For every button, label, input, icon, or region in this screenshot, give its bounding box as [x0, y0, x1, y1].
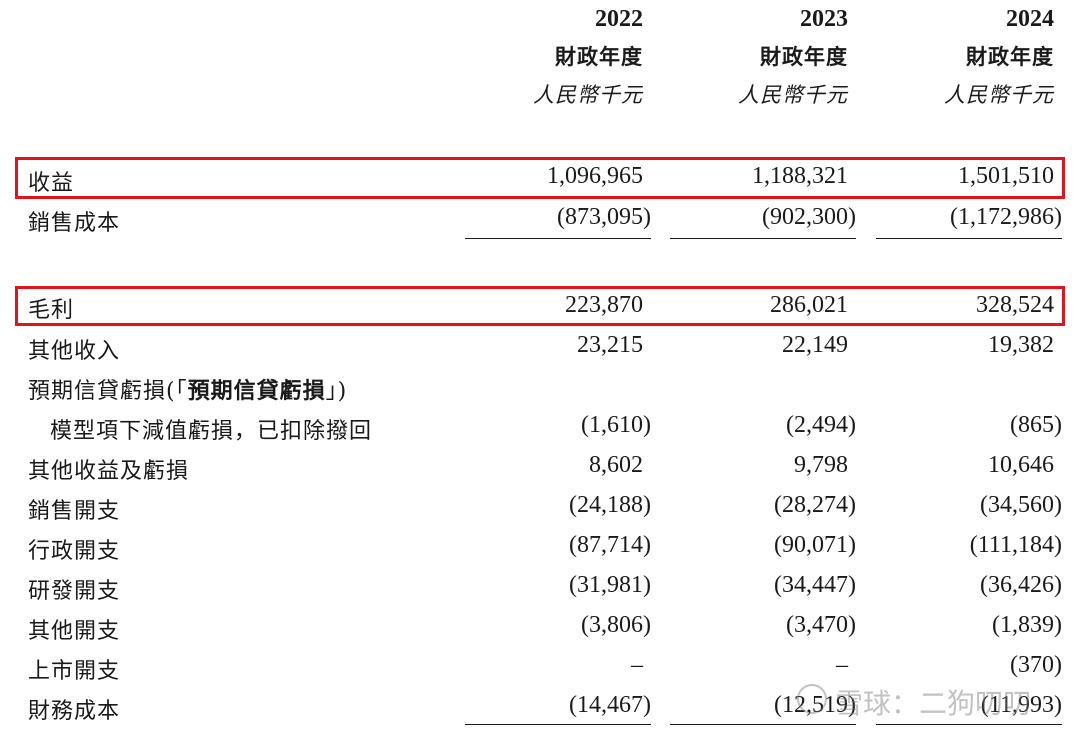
row-label-revenue: 收益	[28, 171, 75, 196]
period-label: 財政年度	[966, 44, 1054, 69]
cell-cost-of-sales-2023: (902,300)	[762, 204, 856, 230]
cell-other-expenses-2024: (1,839)	[992, 612, 1062, 638]
cell-other-gains-2023: 9,798	[794, 452, 848, 478]
year-label: 2024	[1006, 6, 1054, 32]
row-label-listing-expenses: 上市開支	[28, 659, 121, 684]
cell-gross-profit-2024: 328,524	[976, 292, 1054, 318]
cell-other-income-2024: 19,382	[988, 332, 1054, 358]
cell-listing-2023: –	[836, 652, 848, 678]
subtotal-rule	[670, 724, 856, 725]
unit-label: 人民幣千元	[738, 83, 848, 107]
cell-other-income-2022: 23,215	[577, 332, 643, 358]
ecl-bold-term: 預期信貸虧損	[187, 378, 326, 404]
snowball-logo-icon	[797, 684, 827, 714]
cell-cost-of-sales-2024: (1,172,986)	[950, 204, 1062, 230]
cell-listing-2022: –	[631, 652, 643, 678]
cell-other-gains-2024: 10,646	[988, 452, 1054, 478]
unit-label: 人民幣千元	[944, 83, 1054, 107]
cell-cost-of-sales-2022: (873,095)	[557, 204, 651, 230]
cell-revenue-2022: 1,096,965	[547, 163, 643, 189]
cell-selling-2024: (34,560)	[980, 492, 1062, 518]
period-label: 財政年度	[555, 44, 643, 69]
column-header-2022: 2022 財政年度 人民幣千元	[443, 6, 643, 109]
year-label: 2023	[800, 6, 848, 32]
subtotal-rule	[465, 724, 651, 725]
cell-other-income-2023: 22,149	[782, 332, 848, 358]
cell-listing-2024: (370)	[1010, 652, 1062, 678]
watermark-text: 雪球：二狗叨叨	[835, 687, 1032, 720]
row-label-selling-expenses: 銷售開支	[28, 499, 121, 524]
cell-revenue-2023: 1,188,321	[752, 163, 848, 189]
cell-rd-2024: (36,426)	[980, 572, 1062, 598]
cell-rd-2022: (31,981)	[569, 572, 651, 598]
year-label: 2022	[595, 6, 643, 32]
cell-other-expenses-2022: (3,806)	[581, 612, 651, 638]
subtotal-rule	[670, 238, 856, 239]
row-label-other-gains-losses: 其他收益及虧損	[28, 459, 190, 484]
column-header-2024: 2024 財政年度 人民幣千元	[854, 6, 1054, 109]
cell-gross-profit-2022: 223,870	[565, 292, 643, 318]
cell-other-gains-2022: 8,602	[589, 452, 643, 478]
cell-admin-2024: (111,184)	[969, 532, 1062, 558]
period-label: 財政年度	[760, 44, 848, 69]
cell-revenue-2024: 1,501,510	[958, 163, 1054, 189]
cell-selling-2023: (28,274)	[774, 492, 856, 518]
ecl-suffix: 」)	[325, 379, 348, 404]
cell-selling-2022: (24,188)	[569, 492, 651, 518]
cell-impairment-2023: (2,494)	[786, 412, 856, 438]
subtotal-rule	[465, 238, 651, 239]
row-label-admin-expenses: 行政開支	[28, 539, 121, 564]
column-header-2023: 2023 財政年度 人民幣千元	[648, 6, 848, 109]
cell-finance-2022: (14,467)	[569, 692, 651, 718]
row-label-other-income: 其他收入	[28, 339, 121, 364]
row-label-gross-profit: 毛利	[28, 298, 75, 323]
cell-admin-2022: (87,714)	[569, 532, 651, 558]
row-label-other-expenses: 其他開支	[28, 619, 121, 644]
row-label-finance-costs: 財務成本	[28, 699, 121, 724]
cell-rd-2023: (34,447)	[774, 572, 856, 598]
cell-gross-profit-2023: 286,021	[770, 292, 848, 318]
row-label-cost-of-sales: 銷售成本	[28, 211, 121, 236]
subtotal-rule	[876, 238, 1062, 239]
row-label-ecl-heading: 預期信貸虧損(「預期信貸虧損」)	[28, 373, 347, 405]
cell-impairment-2022: (1,610)	[581, 412, 651, 438]
unit-label: 人民幣千元	[533, 83, 643, 107]
row-label-rd-expenses: 研發開支	[28, 579, 121, 604]
cell-impairment-2024: (865)	[1010, 412, 1062, 438]
row-label-impairment-losses: 模型項下減值虧損，已扣除撥回	[50, 419, 373, 444]
subtotal-rule	[876, 724, 1062, 725]
ecl-prefix: 預期信貸虧損(「	[28, 379, 188, 404]
cell-admin-2023: (90,071)	[774, 532, 856, 558]
cell-other-expenses-2023: (3,470)	[786, 612, 856, 638]
